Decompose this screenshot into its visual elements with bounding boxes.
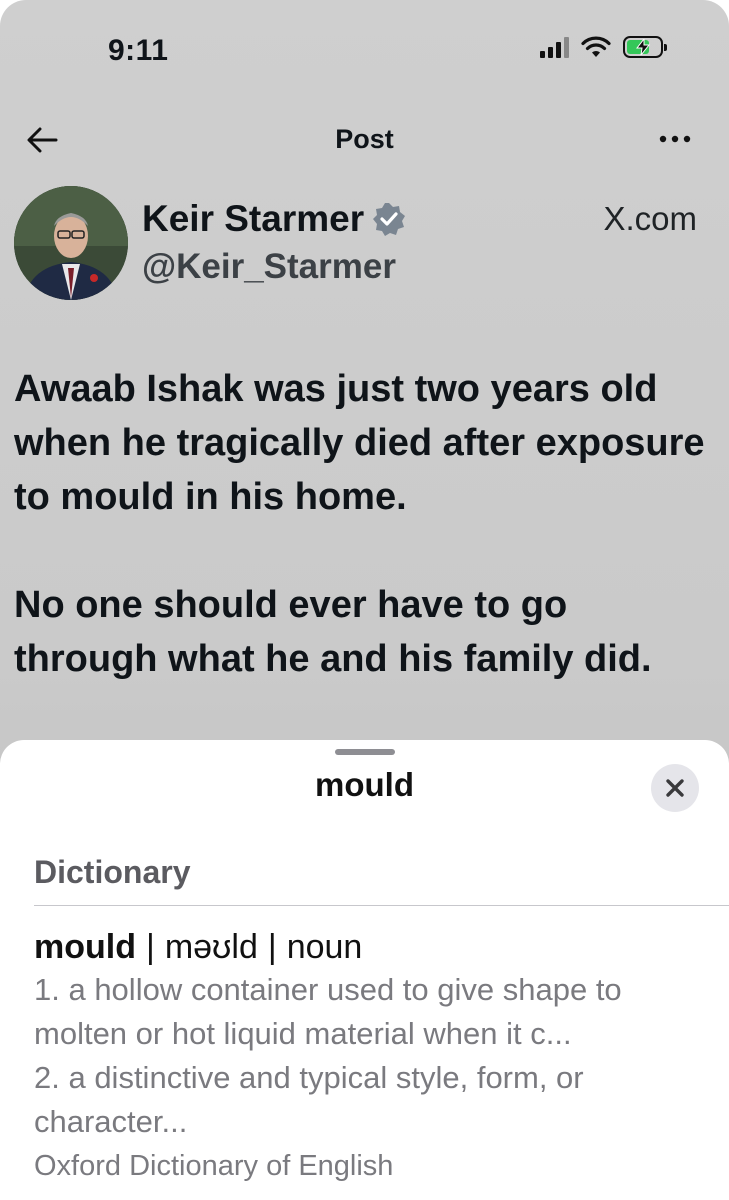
post-paragraph: Awaab Ishak was just two years old when … xyxy=(14,368,705,518)
battery-charging-icon xyxy=(623,36,667,58)
verified-badge-icon xyxy=(373,203,406,236)
divider xyxy=(34,905,729,906)
page-title: Post xyxy=(335,124,394,154)
wifi-icon xyxy=(581,36,611,57)
part-of-speech: noun xyxy=(286,928,363,966)
headword-line: mould | məʊld | noun xyxy=(34,928,363,966)
post-screen: 9:11 Post Keir Starmer @Keir_Starmer X.c… xyxy=(0,0,729,1200)
post-paragraph: No one should ever have to go through wh… xyxy=(14,584,652,680)
status-icons xyxy=(540,36,667,58)
headword: mould xyxy=(34,928,136,966)
status-time: 9:11 xyxy=(108,34,169,67)
avatar[interactable] xyxy=(14,186,128,300)
more-horizontal-icon xyxy=(659,135,691,143)
definition: 2. a distinctive and typical style, form… xyxy=(34,1060,584,1139)
dictionary-entry[interactable]: mould | məʊld | noun 1. a hollow container u… xyxy=(34,926,714,1188)
pronunciation: məʊld xyxy=(164,928,258,966)
author-name[interactable]: Keir Starmer xyxy=(142,198,364,240)
more-options-button[interactable] xyxy=(655,124,695,154)
author-handle[interactable]: @Keir_Starmer xyxy=(142,247,396,287)
post-body: Awaab Ishak was just two years old when … xyxy=(14,362,714,686)
post-source: X.com xyxy=(603,200,697,237)
lookup-sheet: mould Dictionary mould | məʊld | noun 1. a h… xyxy=(0,740,729,1200)
definition: 1. a hollow container used to give shape… xyxy=(34,972,622,1051)
section-title: Dictionary xyxy=(34,854,191,890)
close-button[interactable] xyxy=(651,764,699,812)
sheet-title: mould xyxy=(315,766,414,803)
close-icon xyxy=(666,779,684,797)
dictionary-source: Oxford Dictionary of English xyxy=(34,1150,394,1182)
cellular-signal-icon xyxy=(540,36,569,58)
sheet-grabber[interactable] xyxy=(335,749,395,755)
author-name-row[interactable]: Keir Starmer xyxy=(142,198,406,240)
